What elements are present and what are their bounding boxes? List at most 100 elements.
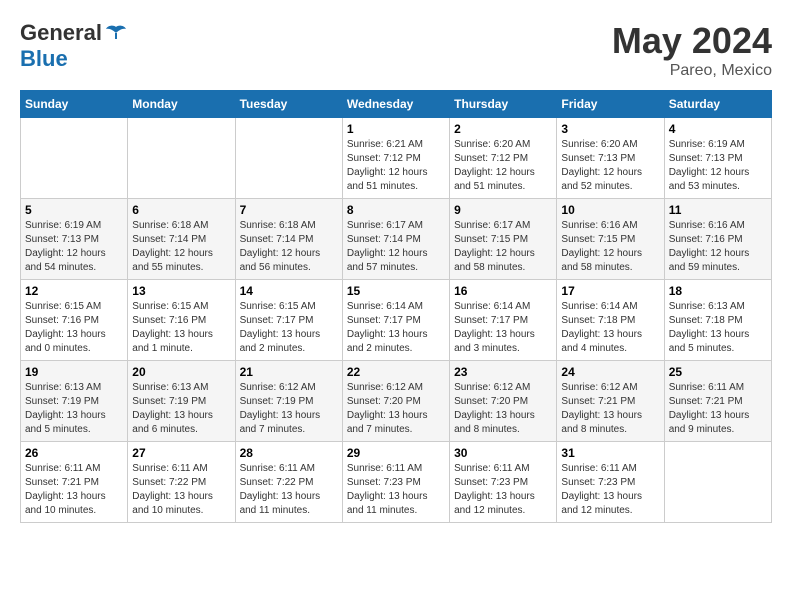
day-number: 15 [347,284,445,298]
day-number: 16 [454,284,552,298]
day-info: Sunrise: 6:16 AM Sunset: 7:15 PM Dayligh… [561,219,659,275]
day-info: Sunrise: 6:12 AM Sunset: 7:20 PM Dayligh… [454,381,552,437]
day-info: Sunrise: 6:11 AM Sunset: 7:23 PM Dayligh… [347,462,445,518]
weekday-header-tuesday: Tuesday [235,91,342,118]
calendar-cell: 7 Sunrise: 6:18 AM Sunset: 7:14 PM Daylig… [235,199,342,280]
calendar-cell: 23 Sunrise: 6:12 AM Sunset: 7:20 PM Dayli… [450,361,557,442]
day-info: Sunrise: 6:18 AM Sunset: 7:14 PM Dayligh… [240,219,338,275]
day-info: Sunrise: 6:20 AM Sunset: 7:12 PM Dayligh… [454,138,552,194]
day-number: 22 [347,365,445,379]
page-header: General Blue May 2024 Pareo, Mexico [20,20,772,80]
calendar-cell: 20Sunrise: 6:13 AM Sunset: 7:19 PM Dayli… [128,361,235,442]
day-info: Sunrise: 6:15 AM Sunset: 7:16 PM Dayligh… [25,300,123,356]
day-info: Sunrise: 6:11 AM Sunset: 7:21 PM Dayligh… [25,462,123,518]
month-title: May 2024 [612,20,772,62]
day-info: Sunrise: 6:19 AM Sunset: 7:13 PM Dayligh… [669,138,767,194]
day-number: 10 [561,203,659,217]
day-info: Sunrise: 6:13 AM Sunset: 7:19 PM Dayligh… [25,381,123,437]
day-number: 4 [669,122,767,136]
calendar-cell: 4 Sunrise: 6:19 AM Sunset: 7:13 PM Daylig… [664,118,771,199]
day-info: Sunrise: 6:11 AM Sunset: 7:21 PM Dayligh… [669,381,767,437]
day-number: 7 [240,203,338,217]
day-info: Sunrise: 6:20 AM Sunset: 7:13 PM Dayligh… [561,138,659,194]
day-info: Sunrise: 6:11 AM Sunset: 7:23 PM Dayligh… [561,462,659,518]
day-number: 26 [25,446,123,460]
day-number: 13 [132,284,230,298]
location: Pareo, Mexico [612,62,772,80]
calendar-cell: 26 Sunrise: 6:11 AM Sunset: 7:21 PM Dayli… [21,442,128,523]
day-number: 8 [347,203,445,217]
day-info: Sunrise: 6:12 AM Sunset: 7:19 PM Dayligh… [240,381,338,437]
logo: General Blue [20,20,128,72]
day-number: 20 [132,365,230,379]
day-info: Sunrise: 6:14 AM Sunset: 7:17 PM Dayligh… [347,300,445,356]
calendar-cell: 3 Sunrise: 6:20 AM Sunset: 7:13 PM Daylig… [557,118,664,199]
calendar-cell: 10 Sunrise: 6:16 AM Sunset: 7:15 PM Dayli… [557,199,664,280]
day-number: 19 [25,365,123,379]
calendar-week-3: 12 Sunrise: 6:15 AM Sunset: 7:16 PM Dayli… [21,280,772,361]
calendar-cell: 31Sunrise: 6:11 AM Sunset: 7:23 PM Dayli… [557,442,664,523]
day-info: Sunrise: 6:17 AM Sunset: 7:15 PM Dayligh… [454,219,552,275]
day-number: 5 [25,203,123,217]
calendar-cell: 16 Sunrise: 6:14 AM Sunset: 7:17 PM Dayli… [450,280,557,361]
weekday-header-sunday: Sunday [21,91,128,118]
day-number: 12 [25,284,123,298]
day-info: Sunrise: 6:11 AM Sunset: 7:22 PM Dayligh… [132,462,230,518]
day-number: 29 [347,446,445,460]
calendar-cell: 8Sunrise: 6:17 AM Sunset: 7:14 PM Daylig… [342,199,449,280]
day-info: Sunrise: 6:11 AM Sunset: 7:23 PM Dayligh… [454,462,552,518]
weekday-header-saturday: Saturday [664,91,771,118]
calendar-week-5: 26 Sunrise: 6:11 AM Sunset: 7:21 PM Dayli… [21,442,772,523]
day-info: Sunrise: 6:12 AM Sunset: 7:21 PM Dayligh… [561,381,659,437]
day-number: 30 [454,446,552,460]
weekday-header-wednesday: Wednesday [342,91,449,118]
calendar-cell [235,118,342,199]
calendar-cell: 9Sunrise: 6:17 AM Sunset: 7:15 PM Daylig… [450,199,557,280]
day-info: Sunrise: 6:13 AM Sunset: 7:18 PM Dayligh… [669,300,767,356]
day-info: Sunrise: 6:14 AM Sunset: 7:18 PM Dayligh… [561,300,659,356]
calendar-cell [21,118,128,199]
day-info: Sunrise: 6:16 AM Sunset: 7:16 PM Dayligh… [669,219,767,275]
day-number: 2 [454,122,552,136]
calendar-week-4: 19 Sunrise: 6:13 AM Sunset: 7:19 PM Dayli… [21,361,772,442]
day-number: 23 [454,365,552,379]
calendar-cell: 27Sunrise: 6:11 AM Sunset: 7:22 PM Dayli… [128,442,235,523]
day-number: 1 [347,122,445,136]
title-area: May 2024 Pareo, Mexico [612,20,772,80]
day-info: Sunrise: 6:14 AM Sunset: 7:17 PM Dayligh… [454,300,552,356]
calendar-cell: 25Sunrise: 6:11 AM Sunset: 7:21 PM Dayli… [664,361,771,442]
calendar-cell: 6 Sunrise: 6:18 AM Sunset: 7:14 PM Daylig… [128,199,235,280]
day-number: 6 [132,203,230,217]
calendar-cell: 2 Sunrise: 6:20 AM Sunset: 7:12 PM Daylig… [450,118,557,199]
calendar-header-row: SundayMondayTuesdayWednesdayThursdayFrid… [21,91,772,118]
calendar-cell: 14 Sunrise: 6:15 AM Sunset: 7:17 PM Dayli… [235,280,342,361]
day-number: 21 [240,365,338,379]
day-info: Sunrise: 6:15 AM Sunset: 7:17 PM Dayligh… [240,300,338,356]
day-number: 18 [669,284,767,298]
calendar-cell: 12 Sunrise: 6:15 AM Sunset: 7:16 PM Dayli… [21,280,128,361]
day-number: 11 [669,203,767,217]
weekday-header-monday: Monday [128,91,235,118]
calendar-cell: 5Sunrise: 6:19 AM Sunset: 7:13 PM Daylig… [21,199,128,280]
day-number: 3 [561,122,659,136]
calendar-cell: 11 Sunrise: 6:16 AM Sunset: 7:16 PM Dayli… [664,199,771,280]
day-info: Sunrise: 6:15 AM Sunset: 7:16 PM Dayligh… [132,300,230,356]
calendar-cell: 17Sunrise: 6:14 AM Sunset: 7:18 PM Dayli… [557,280,664,361]
calendar-cell: 18 Sunrise: 6:13 AM Sunset: 7:18 PM Dayli… [664,280,771,361]
logo-bird-icon [104,25,128,41]
day-info: Sunrise: 6:18 AM Sunset: 7:14 PM Dayligh… [132,219,230,275]
calendar-cell: 28Sunrise: 6:11 AM Sunset: 7:22 PM Dayli… [235,442,342,523]
calendar-cell: 19 Sunrise: 6:13 AM Sunset: 7:19 PM Dayli… [21,361,128,442]
day-info: Sunrise: 6:11 AM Sunset: 7:22 PM Dayligh… [240,462,338,518]
calendar-cell: 29 Sunrise: 6:11 AM Sunset: 7:23 PM Dayli… [342,442,449,523]
weekday-header-friday: Friday [557,91,664,118]
day-info: Sunrise: 6:21 AM Sunset: 7:12 PM Dayligh… [347,138,445,194]
calendar-cell: 30 Sunrise: 6:11 AM Sunset: 7:23 PM Dayli… [450,442,557,523]
day-number: 24 [561,365,659,379]
calendar-table: SundayMondayTuesdayWednesdayThursdayFrid… [20,90,772,523]
logo-general-text: General [20,20,102,46]
calendar-cell: 15 Sunrise: 6:14 AM Sunset: 7:17 PM Dayli… [342,280,449,361]
day-number: 14 [240,284,338,298]
logo-blue-text: Blue [20,46,68,71]
calendar-week-2: 5Sunrise: 6:19 AM Sunset: 7:13 PM Daylig… [21,199,772,280]
